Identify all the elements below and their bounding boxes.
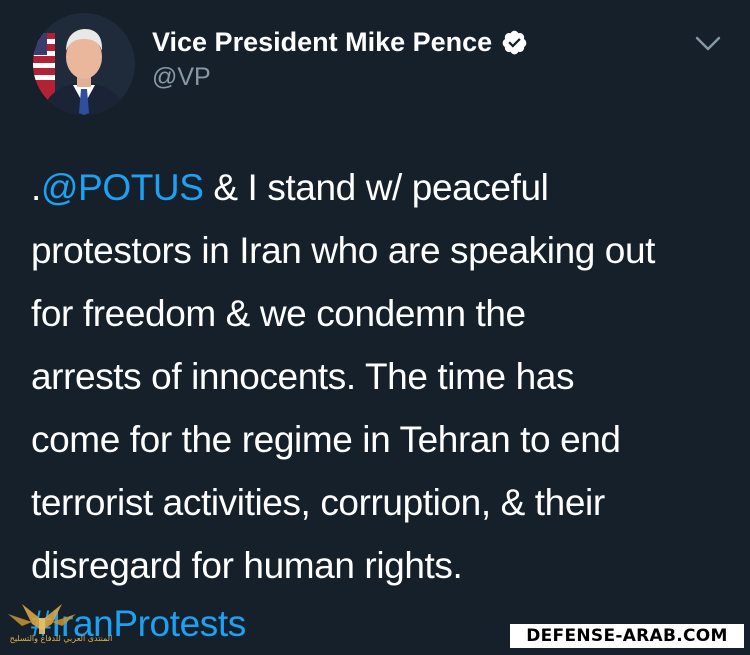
tweet-line: arrests of innocents. The time has	[31, 356, 575, 397]
tweet-line: disregard for human rights.	[31, 545, 463, 586]
mention-link[interactable]: @POTUS	[41, 167, 204, 208]
verified-badge-icon	[502, 30, 527, 55]
profile-photo	[33, 13, 135, 115]
tweet-text: .@POTUS & I stand w/ peaceful protestors…	[31, 156, 731, 597]
text-prefix: .	[31, 167, 41, 208]
tweet-card: Vice President Mike Pence @VP .@POTUS & …	[0, 0, 750, 654]
author-handle[interactable]: @VP	[152, 63, 211, 92]
text-segment: & I stand w/ peaceful	[203, 167, 549, 208]
tweet-line: protestors in Iran who are speaking out	[31, 230, 656, 271]
avatar[interactable]	[33, 13, 135, 115]
tweet-line: terrorist activities, corruption, & thei…	[31, 482, 605, 523]
watermark-banner: DEFENSE-ARAB.COM	[510, 624, 744, 648]
author-display-name[interactable]: Vice President Mike Pence	[152, 27, 528, 58]
tweet-line: for freedom & we condemn the	[31, 293, 526, 334]
chevron-down-icon[interactable]	[694, 34, 722, 54]
tweet-line: come for the regime in Tehran to end	[31, 419, 621, 460]
tweet-line: .@POTUS & I stand w/ peaceful	[31, 156, 731, 219]
display-name-text: Vice President Mike Pence	[152, 27, 493, 57]
logo-caption: المنتدى العربي للدفاع والتسليح	[9, 634, 113, 643]
